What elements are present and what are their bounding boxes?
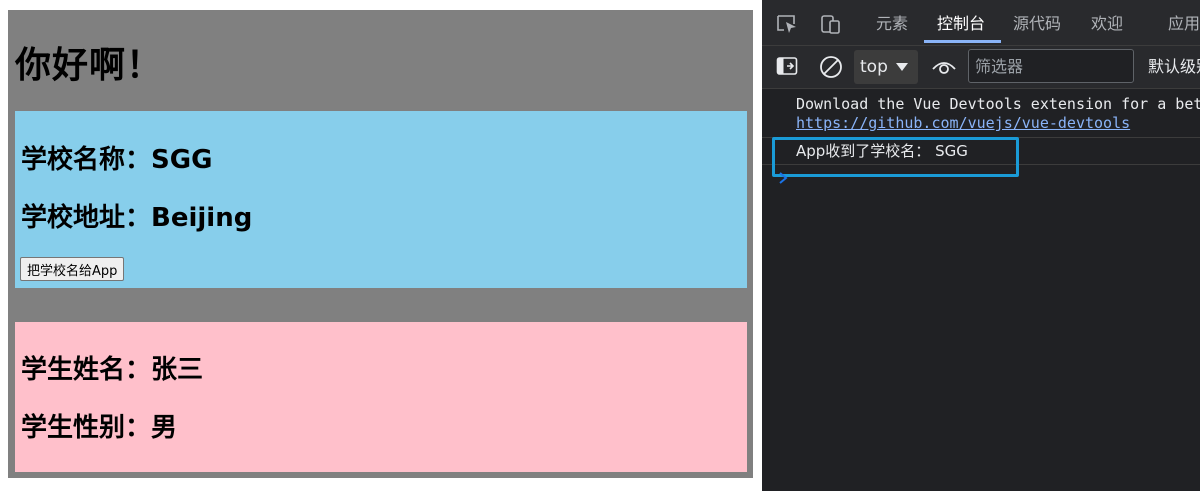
page-title: 你好啊！ bbox=[15, 45, 164, 86]
active-tab-indicator bbox=[924, 40, 1001, 43]
inspect-icon[interactable] bbox=[776, 14, 798, 34]
context-label: top bbox=[860, 57, 888, 77]
tab-elements[interactable]: 元素 bbox=[876, 0, 908, 44]
tab-welcome[interactable]: 欢迎 bbox=[1091, 0, 1123, 44]
tab-console[interactable]: 控制台 bbox=[937, 0, 985, 44]
student-gender: 学生性别：男 bbox=[21, 413, 178, 443]
log-levels-dropdown[interactable]: 默认级别 bbox=[1148, 46, 1200, 88]
annotation-highlight-box bbox=[772, 137, 1019, 177]
school-name: 学校名称：SGG bbox=[21, 145, 213, 175]
devtools-panel: 元素 控制台 源代码 欢迎 应用 top 默认级别 D bbox=[762, 0, 1200, 491]
device-toggle-icon[interactable] bbox=[820, 14, 842, 34]
school-component: 学校名称：SGG 学校地址：Beijing 把学校名给App bbox=[15, 111, 747, 288]
context-selector[interactable]: top bbox=[854, 50, 918, 84]
console-filter-input[interactable] bbox=[968, 49, 1134, 83]
devtools-tab-bar: 元素 控制台 源代码 欢迎 应用 bbox=[762, 0, 1200, 46]
console-message: Download the Vue Devtools extension for … bbox=[762, 89, 1200, 138]
clear-console-icon[interactable] bbox=[819, 55, 843, 79]
student-name: 学生姓名：张三 bbox=[21, 355, 204, 385]
tab-sources[interactable]: 源代码 bbox=[1013, 0, 1061, 44]
live-expression-eye-icon[interactable] bbox=[931, 57, 957, 77]
prompt-chevron-icon bbox=[779, 172, 788, 184]
app-root: 你好啊！ 学校名称：SGG 学校地址：Beijing 把学校名给App 学生姓名… bbox=[8, 10, 753, 478]
school-address: 学校地址：Beijing bbox=[21, 203, 253, 233]
console-message-text: Download the Vue Devtools extension for … bbox=[796, 95, 1200, 113]
console-output: Download the Vue Devtools extension for … bbox=[762, 89, 1200, 491]
console-toolbar: top 默认级别 bbox=[762, 46, 1200, 89]
vue-devtools-link[interactable]: https://github.com/vuejs/vue-devtools bbox=[796, 113, 1130, 133]
send-school-name-button[interactable]: 把学校名给App bbox=[20, 257, 125, 281]
sidebar-toggle-icon[interactable] bbox=[776, 56, 798, 76]
dropdown-arrow-icon bbox=[896, 63, 908, 71]
tab-application[interactable]: 应用 bbox=[1168, 0, 1200, 44]
student-component: 学生姓名：张三 学生性别：男 bbox=[15, 322, 747, 472]
